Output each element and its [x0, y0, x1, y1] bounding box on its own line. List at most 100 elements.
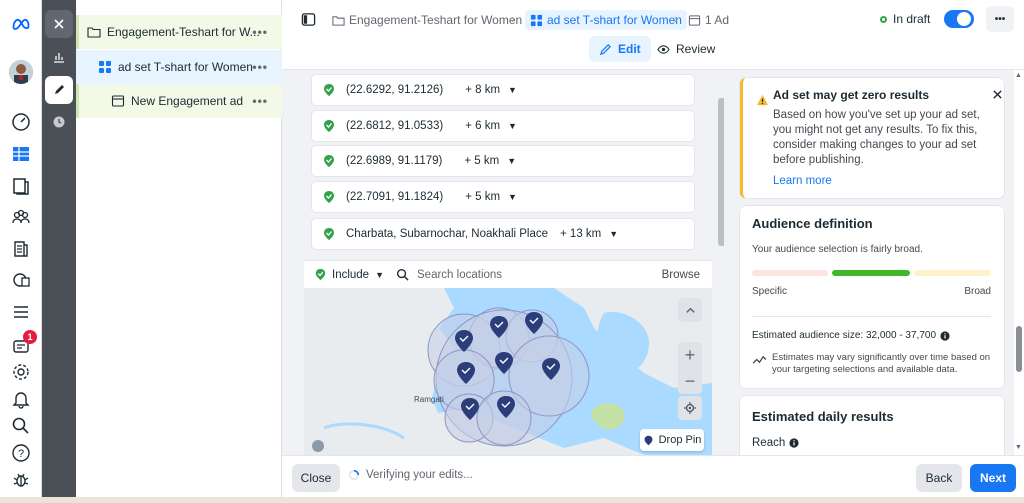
toggle-sidebar-button[interactable] [296, 8, 320, 30]
location-name: (22.6292, 91.2126) [346, 84, 444, 96]
next-button[interactable]: Next [970, 464, 1016, 492]
specific-label: Specific [752, 286, 788, 297]
audience-subtitle: Your audience selection is fairly broad. [752, 244, 923, 255]
bug-report-icon[interactable] [9, 468, 33, 492]
folder-icon [87, 27, 101, 38]
back-button[interactable]: Back [916, 464, 962, 492]
pin-icon [644, 435, 653, 445]
notifications-icon[interactable]: 1 [9, 330, 37, 358]
breadcrumb-ads[interactable]: 1 Ad [688, 10, 729, 30]
scrollbar-thumb[interactable] [1016, 326, 1022, 372]
help-icon[interactable]: ? [9, 441, 33, 465]
tree-item-campaign[interactable]: Engagement-Teshart for W... ••• [76, 15, 282, 49]
tree-item-adset[interactable]: ad set T-shart for Women ••• [76, 50, 282, 84]
zoom-in-button[interactable]: + [678, 342, 702, 368]
tree-adset-label: ad set T-shart for Women [118, 60, 253, 74]
reach-row: Reach [752, 437, 799, 449]
tab-edit[interactable]: Edit [589, 36, 651, 62]
learn-more-link[interactable]: Learn more [773, 175, 832, 187]
edit-tool-button[interactable] [45, 76, 73, 104]
location-check-icon [324, 155, 334, 167]
sidebar-toggle-icon [301, 12, 315, 26]
search-icon[interactable] [9, 414, 33, 438]
meter-specific-segment [752, 270, 828, 276]
breadcrumb-campaign[interactable]: Engagement-Teshart for Women [332, 10, 522, 30]
caret-down-icon[interactable]: ▼ [508, 121, 517, 131]
location-item[interactable]: (22.7091, 91.1824) + 5 km ▼ [312, 182, 694, 212]
pages-icon[interactable] [9, 174, 33, 198]
dismiss-warning-button[interactable] [989, 86, 1005, 102]
audiences-icon[interactable] [9, 205, 33, 229]
audience-title: Audience definition [752, 216, 873, 231]
scroll-up-icon[interactable]: ▲ [1015, 72, 1022, 79]
location-item[interactable]: (22.6292, 91.2126) + 8 km ▼ [312, 75, 694, 105]
folder-icon [332, 15, 345, 26]
location-radius[interactable]: + 5 km [464, 155, 499, 167]
include-dropdown[interactable]: Include [332, 269, 369, 281]
right-panel-scrollbar[interactable]: ▲ ▼ [1014, 70, 1024, 455]
catalog-icon[interactable] [9, 268, 33, 292]
billing-icon[interactable] [9, 237, 33, 261]
footer-bar: Close Verifying your edits... Back Next [282, 455, 1024, 497]
caret-down-icon[interactable]: ▼ [609, 229, 618, 239]
meta-logo-icon[interactable] [9, 12, 33, 36]
adset-grid-icon [530, 14, 543, 26]
info-icon[interactable] [789, 438, 799, 448]
eye-icon [657, 44, 670, 54]
caret-down-icon[interactable]: ▼ [507, 156, 516, 166]
close-panel-button[interactable] [45, 10, 73, 38]
breadcrumb-adset[interactable]: ad set T-shart for Women [525, 10, 687, 30]
more-options-button[interactable]: ••• [986, 6, 1014, 32]
location-item[interactable]: (22.6989, 91.1179) + 5 km ▼ [312, 146, 694, 176]
location-item[interactable]: Charbata, Subarnochar, Noakhali Place + … [312, 219, 694, 249]
scroll-down-icon[interactable]: ▼ [1015, 444, 1022, 451]
info-icon[interactable] [940, 330, 950, 341]
caret-down-icon[interactable]: ▼ [508, 85, 517, 95]
zoom-controls: + − [678, 342, 702, 394]
location-radius[interactable]: + 13 km [560, 228, 601, 240]
chart-tool-button[interactable] [45, 43, 73, 71]
map-view[interactable]: Ramgati + − Drop Pin [304, 288, 712, 455]
location-item[interactable]: (22.6812, 91.0533) + 6 km ▼ [312, 111, 694, 141]
location-name: (22.6812, 91.0533) [346, 120, 444, 132]
location-radius[interactable]: + 8 km [465, 84, 500, 96]
location-name: (22.7091, 91.1824) [346, 191, 444, 203]
location-radius[interactable]: + 6 km [465, 120, 500, 132]
drop-pin-button[interactable]: Drop Pin [640, 429, 704, 451]
recenter-button[interactable] [678, 396, 702, 420]
chevron-right-icon: › [511, 12, 515, 26]
tab-review-label: Review [676, 42, 716, 56]
tree-item-ad[interactable]: New Engagement ad ••• [76, 84, 282, 118]
ad-more-button[interactable]: ••• [252, 94, 268, 108]
close-button[interactable]: Close [292, 464, 340, 492]
bell-icon[interactable] [9, 387, 33, 411]
broad-label: Broad [964, 286, 991, 297]
zero-results-warning: Ad set may get zero results Based on how… [740, 78, 1004, 198]
campaign-more-button[interactable]: ••• [252, 25, 268, 39]
pencil-icon [599, 43, 611, 55]
publish-toggle[interactable] [944, 10, 974, 28]
caret-down-icon[interactable]: ▼ [375, 270, 384, 280]
location-list-scrollbar[interactable] [718, 98, 724, 246]
zoom-out-button[interactable]: − [678, 368, 702, 394]
location-radius[interactable]: + 5 km [465, 191, 500, 203]
browse-button[interactable]: Browse [662, 269, 700, 281]
search-locations-input[interactable]: Search locations [417, 269, 502, 281]
left-nav: 1 ? [0, 0, 42, 503]
breadcrumb-ads-label: 1 Ad [705, 13, 730, 27]
ads-manager-icon[interactable] [9, 142, 33, 166]
menu-icon[interactable] [9, 300, 33, 324]
location-search-bar: Include ▼ Search locations Browse [304, 260, 712, 288]
adset-more-button[interactable]: ••• [252, 60, 268, 74]
chevron-up-icon [685, 307, 695, 313]
tab-review[interactable]: Review [647, 36, 725, 62]
avatar[interactable] [9, 60, 33, 84]
target-icon [684, 402, 696, 414]
caret-down-icon[interactable]: ▼ [508, 192, 517, 202]
map-collapse-button[interactable] [678, 298, 702, 322]
gauge-icon[interactable] [9, 110, 33, 134]
settings-icon[interactable] [9, 360, 33, 384]
status-label: In draft [893, 12, 931, 26]
chevron-right-icon: › [674, 12, 678, 26]
history-tool-button[interactable] [45, 108, 73, 136]
